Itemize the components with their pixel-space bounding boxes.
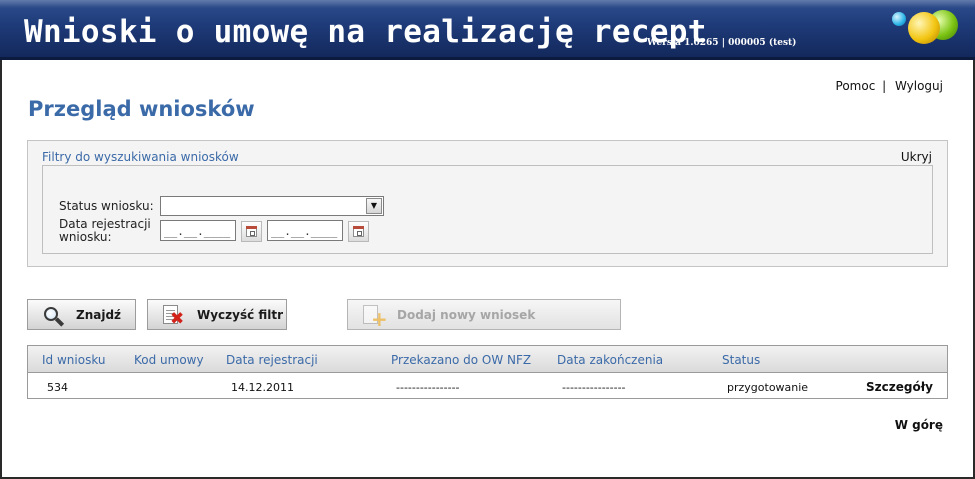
status-select[interactable]: ▼ — [160, 196, 384, 216]
calendar-icon — [353, 226, 364, 237]
add-request-label: Dodaj nowy wniosek — [397, 308, 536, 322]
blue-ball-icon — [892, 12, 906, 26]
add-request-button[interactable]: + Dodaj nowy wniosek — [347, 299, 621, 330]
help-link[interactable]: Pomoc — [836, 79, 876, 93]
status-label: Status wniosku: — [59, 199, 154, 213]
date-from-calendar-button[interactable] — [241, 221, 262, 242]
cell-registration-date: 14.12.2011 — [231, 381, 294, 394]
column-header-end-date[interactable]: Data zakończenia — [557, 353, 663, 367]
column-header-forwarded[interactable]: Przekazano do OW NFZ — [391, 353, 531, 367]
calendar-icon — [246, 226, 257, 237]
registration-date-label: Data rejestracji wniosku: — [59, 217, 151, 244]
clear-filter-label: Wyczyść filtr — [197, 308, 284, 322]
requests-table: Id wniosku Kod umowy Data rejestracji Pr… — [27, 345, 948, 399]
app-header: Wnioski o umowę na realizację recept Wer… — [0, 0, 975, 60]
date-to-input[interactable]: __.__.____ — [267, 220, 343, 241]
cell-id: 534 — [47, 381, 68, 394]
cell-status: przygotowanie — [727, 381, 809, 394]
hide-filters-link[interactable]: Ukryj — [901, 150, 932, 164]
find-button[interactable]: Znajdź — [27, 299, 136, 330]
link-separator: | — [882, 79, 887, 93]
cell-forwarded: ---------------- — [396, 381, 460, 394]
app-title: Wnioski o umowę na realizację recept — [24, 14, 707, 50]
search-icon — [42, 305, 65, 327]
page-title: Przegląd wniosków — [28, 97, 255, 121]
logo-balls-icon — [888, 8, 958, 48]
column-header-id[interactable]: Id wniosku — [42, 353, 106, 367]
add-document-icon: + — [363, 305, 388, 329]
filter-fields: Status wniosku: ▼ Data rejestracji wnios… — [42, 165, 933, 254]
date-from-input[interactable]: __.__.____ — [160, 220, 236, 241]
date-to-calendar-button[interactable] — [348, 221, 369, 242]
filter-panel: Filtry do wyszukiwania wniosków Ukryj St… — [27, 140, 948, 267]
clear-filter-icon: ✖ — [163, 305, 185, 328]
version-label: Wersja 1.0265 | 000005 (test) — [647, 38, 797, 48]
table-header: Id wniosku Kod umowy Data rejestracji Pr… — [28, 346, 947, 373]
find-button-label: Znajdź — [76, 308, 122, 322]
yellow-ball-icon — [908, 12, 940, 44]
column-header-status[interactable]: Status — [722, 353, 760, 367]
logout-link[interactable]: Wyloguj — [895, 79, 943, 93]
details-link[interactable]: Szczegóły — [866, 380, 933, 394]
clear-filter-button[interactable]: ✖ Wyczyść filtr — [147, 299, 287, 330]
cell-end-date: ---------------- — [562, 381, 626, 394]
column-header-contract-code[interactable]: Kod umowy — [134, 353, 204, 367]
column-header-registration-date[interactable]: Data rejestracji — [226, 353, 318, 367]
header-shine — [0, 0, 975, 8]
chevron-down-icon[interactable]: ▼ — [366, 198, 382, 214]
top-links: Pomoc | Wyloguj — [836, 79, 943, 93]
back-to-top-link[interactable]: W górę — [895, 418, 943, 432]
filter-heading: Filtry do wyszukiwania wniosków — [42, 150, 239, 164]
